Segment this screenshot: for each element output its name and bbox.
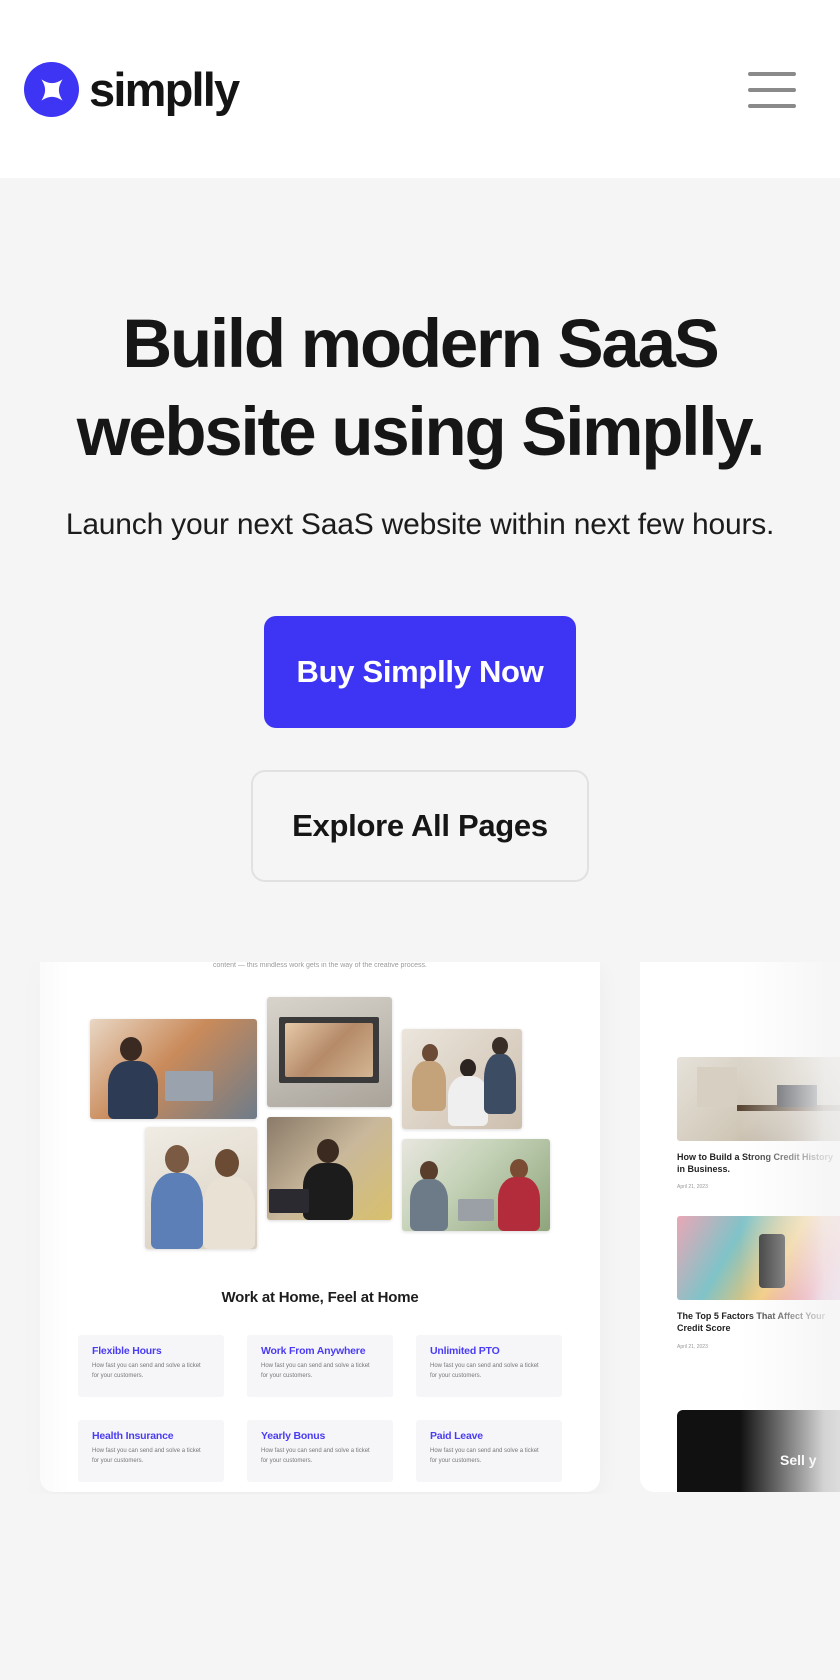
blog-image-desk (677, 1057, 840, 1141)
feature-card: Paid Leave How fast you can send and sol… (416, 1420, 562, 1482)
blog-post-title[interactable]: How to Build a Strong Credit History in … (677, 1151, 837, 1175)
buy-now-button[interactable]: Buy Simplly Now (264, 616, 576, 728)
feature-card: Unlimited PTO How fast you can send and … (416, 1335, 562, 1397)
photo-meeting-plants (402, 1139, 550, 1231)
blog-post-date: April 21, 2023 (677, 1184, 708, 1190)
blog-cta-text: Sell y (780, 1452, 817, 1468)
template-showcase: content — this mindless work gets in the… (0, 962, 840, 1494)
photo-team-laughing (402, 1029, 522, 1129)
hero-title-line-2: website using Simplly. (76, 393, 766, 470)
photo-woman-laptop (90, 1019, 257, 1119)
blog-post-date: April 21, 2023 (677, 1344, 708, 1350)
hero-title: Build modern SaaS website using Simplly. (0, 300, 840, 476)
sparkle-logo-icon (24, 62, 79, 117)
feature-title: Flexible Hours (92, 1345, 162, 1357)
feature-desc: How fast you can send and solve a ticket… (261, 1363, 370, 1379)
feature-desc: How fast you can send and solve a ticket… (92, 1363, 201, 1379)
benefits-heading: Work at Home, Feel at Home (221, 1289, 419, 1306)
feature-card: Work From Anywhere How fast you can send… (247, 1335, 393, 1397)
feature-title: Unlimited PTO (430, 1345, 500, 1357)
hamburger-menu-icon[interactable] (748, 70, 798, 110)
photo-two-men (145, 1127, 257, 1249)
preview-cut-text: content — this mindless work gets in the… (213, 962, 427, 969)
photo-man-office (267, 1117, 392, 1220)
explore-pages-button[interactable]: Explore All Pages (251, 770, 589, 882)
brand-logo[interactable]: simplly (24, 62, 240, 117)
feature-desc: How fast you can send and solve a ticket… (430, 1363, 539, 1379)
brand-name: simplly (89, 63, 240, 116)
showcase-card-blog[interactable]: How to Build a Strong Credit History in … (640, 962, 840, 1492)
feature-title: Paid Leave (430, 1430, 483, 1442)
blog-post-title[interactable]: The Top 5 Factors That Affect Your Credi… (677, 1310, 837, 1334)
feature-desc: How fast you can send and solve a ticket… (92, 1448, 201, 1464)
showcase-card-main[interactable]: content — this mindless work gets in the… (40, 962, 600, 1492)
feature-card: Yearly Bonus How fast you can send and s… (247, 1420, 393, 1482)
feature-desc: How fast you can send and solve a ticket… (430, 1448, 539, 1464)
feature-title: Work From Anywhere (261, 1345, 366, 1357)
hero-title-line-1: Build modern SaaS (122, 305, 719, 382)
blog-cta-banner[interactable] (677, 1410, 840, 1492)
photo-tablet-video-call (267, 997, 392, 1107)
site-header: simplly (0, 0, 840, 178)
feature-title: Health Insurance (92, 1430, 174, 1442)
hero-subtitle: Launch your next SaaS website within nex… (65, 508, 775, 541)
feature-card: Health Insurance How fast you can send a… (78, 1420, 224, 1482)
feature-desc: How fast you can send and solve a ticket… (261, 1448, 370, 1464)
blog-image-colorful (677, 1216, 840, 1300)
feature-card: Flexible Hours How fast you can send and… (78, 1335, 224, 1397)
feature-title: Yearly Bonus (261, 1430, 326, 1442)
